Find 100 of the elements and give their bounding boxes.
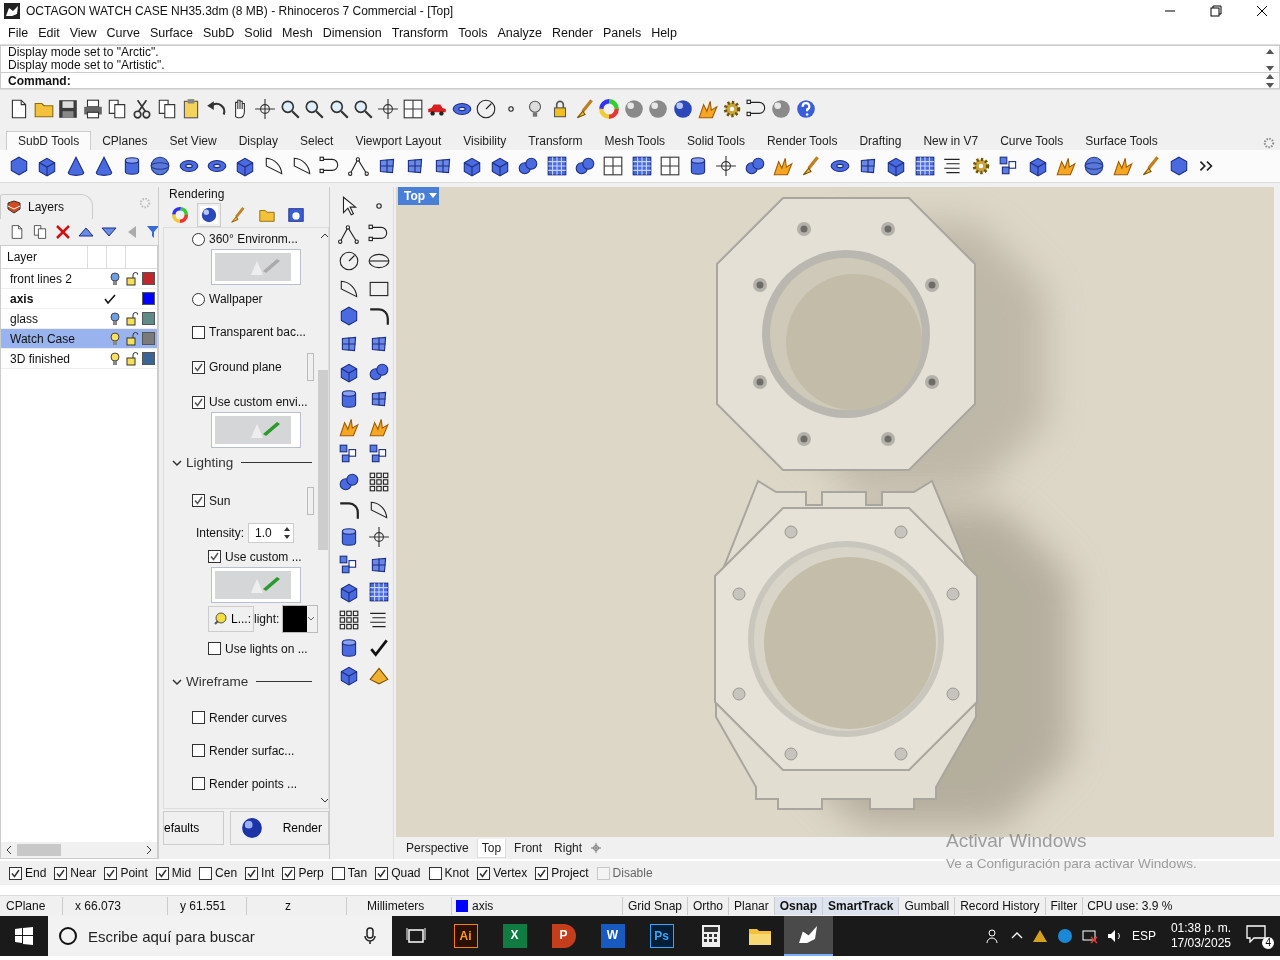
cube-icon[interactable] xyxy=(338,581,360,604)
toolbar-tab[interactable]: Render Tools xyxy=(755,132,849,150)
viewport-tab[interactable]: Front xyxy=(510,839,547,858)
crosshair-icon[interactable] xyxy=(715,155,738,177)
menu-item[interactable]: Tools xyxy=(453,26,493,40)
checkbox[interactable] xyxy=(208,642,221,656)
color-picker[interactable] xyxy=(282,605,319,633)
sphere-icon[interactable] xyxy=(200,206,218,224)
light-button[interactable]: L...: xyxy=(208,606,254,632)
viewport-tab[interactable]: Right xyxy=(550,839,587,858)
status-toggle[interactable]: Ortho xyxy=(688,897,730,915)
hexagon-icon[interactable] xyxy=(8,155,30,177)
sphere-icon[interactable] xyxy=(1083,155,1106,177)
burst-icon[interactable] xyxy=(1111,155,1134,177)
color-swatch[interactable] xyxy=(142,352,155,365)
scissors-icon[interactable] xyxy=(130,98,153,120)
toolbar-tab[interactable]: Drafting xyxy=(848,132,913,150)
clock-date[interactable]: 17/03/2025 xyxy=(1170,936,1231,951)
checkbox[interactable] xyxy=(192,711,205,725)
color-swatch[interactable] xyxy=(283,606,308,632)
taskbar-app[interactable] xyxy=(784,916,833,956)
toolbar-tab[interactable]: Transform xyxy=(517,132,594,150)
menu-item[interactable]: SubD xyxy=(198,26,240,40)
layer-field[interactable]: axis xyxy=(452,897,623,915)
caret-icon[interactable] xyxy=(172,677,182,687)
brush-icon[interactable] xyxy=(229,206,247,224)
status-toggle[interactable]: Gumball xyxy=(899,897,956,915)
windows-logo-icon[interactable] xyxy=(15,927,33,945)
fillet-curve-icon[interactable] xyxy=(368,305,390,328)
layers-tab[interactable]: Layers xyxy=(0,193,94,219)
command-field[interactable]: Command: xyxy=(0,73,1280,89)
status-toggle[interactable]: Planar xyxy=(729,897,775,915)
color-swatch[interactable] xyxy=(142,312,155,325)
language-indicator[interactable]: ESP xyxy=(1131,929,1156,943)
taskbar-app[interactable]: Ps xyxy=(637,916,686,956)
status-toggle[interactable]: Osnap xyxy=(774,897,824,915)
delete-icon[interactable] xyxy=(55,224,71,240)
toolbar-tab[interactable]: SubD Tools xyxy=(6,131,92,150)
toolbar-tab[interactable]: Display xyxy=(227,132,289,150)
taskbar-app[interactable]: W xyxy=(588,916,637,956)
circle-icon[interactable] xyxy=(475,98,498,120)
layer-row[interactable]: 3D finished xyxy=(1,349,157,369)
toolbar-tab[interactable]: Set View xyxy=(158,132,228,150)
menu-item[interactable]: Analyze xyxy=(492,26,547,40)
cube-icon[interactable] xyxy=(338,664,360,687)
crosshair-icon[interactable] xyxy=(253,98,276,120)
burst-icon[interactable] xyxy=(1055,155,1077,177)
menu-item[interactable]: Mesh xyxy=(277,26,318,40)
status-toggle[interactable]: SmartTrack xyxy=(823,897,900,915)
checkbox[interactable] xyxy=(428,866,442,880)
color-wheel-icon[interactable] xyxy=(598,98,621,120)
help-window-icon[interactable] xyxy=(287,206,305,224)
checkbox[interactable] xyxy=(192,494,205,508)
toolbar-tab[interactable]: Mesh Tools xyxy=(593,132,677,150)
search-field[interactable]: Escribe aquí para buscar xyxy=(48,916,392,956)
mesh-grid-icon[interactable] xyxy=(630,155,653,177)
clock-time[interactable]: 01:38 p. m. xyxy=(1170,921,1231,936)
notification-icon[interactable] xyxy=(1246,925,1266,943)
taskbar-app[interactable]: X xyxy=(490,916,539,956)
polyline-icon[interactable] xyxy=(347,155,370,177)
checkbox[interactable] xyxy=(104,866,118,880)
status-toggle[interactable]: Record History xyxy=(955,897,1046,915)
magnifier-icon[interactable] xyxy=(352,98,375,120)
circle-icon[interactable] xyxy=(338,250,360,273)
checkbox[interactable] xyxy=(282,866,296,880)
menu-item[interactable]: Dimension xyxy=(317,26,387,40)
mesh-grid-icon[interactable] xyxy=(545,155,568,177)
checkbox[interactable] xyxy=(192,325,205,339)
radio-button[interactable] xyxy=(192,292,205,306)
lightbulb-icon[interactable] xyxy=(109,351,121,366)
toolbar-tab[interactable]: New in V7 xyxy=(912,132,990,150)
checkbox[interactable] xyxy=(192,744,205,758)
tray-app-icon[interactable] xyxy=(1056,928,1073,944)
status-toggle[interactable]: Filter xyxy=(1045,897,1084,915)
checkbox[interactable] xyxy=(192,395,205,409)
caret-icon[interactable] xyxy=(172,457,182,468)
taskbar-app[interactable]: Ai xyxy=(441,916,490,956)
checkbox[interactable] xyxy=(331,866,345,880)
sphere-icon[interactable] xyxy=(149,155,172,177)
taskbar-app[interactable]: P xyxy=(539,916,588,956)
menu-item[interactable]: Help xyxy=(646,26,682,40)
toolbar-tab[interactable]: Curve Tools xyxy=(989,132,1075,150)
checkbox[interactable] xyxy=(9,866,22,880)
checkbox[interactable] xyxy=(199,866,213,880)
crosshair-icon[interactable] xyxy=(376,98,399,120)
network-icon[interactable] xyxy=(1081,928,1098,944)
toolbar-tab[interactable]: Solid Tools xyxy=(676,132,756,150)
color-swatch[interactable] xyxy=(142,272,155,285)
menu-item[interactable]: Transform xyxy=(386,26,454,40)
spheres-icon[interactable] xyxy=(743,155,766,177)
burst-icon[interactable] xyxy=(772,155,794,177)
radio-button[interactable] xyxy=(192,232,205,246)
viewport-label[interactable]: Top xyxy=(398,187,440,205)
color-wheel-icon[interactable] xyxy=(171,206,189,224)
lightbulb-icon[interactable] xyxy=(109,271,121,286)
spheres-icon[interactable] xyxy=(517,155,540,177)
menu-item[interactable]: Edit xyxy=(33,26,65,40)
menu-item[interactable]: View xyxy=(64,26,102,40)
layer-row[interactable]: Watch Case xyxy=(1,329,157,349)
padlock-icon[interactable] xyxy=(126,311,138,326)
